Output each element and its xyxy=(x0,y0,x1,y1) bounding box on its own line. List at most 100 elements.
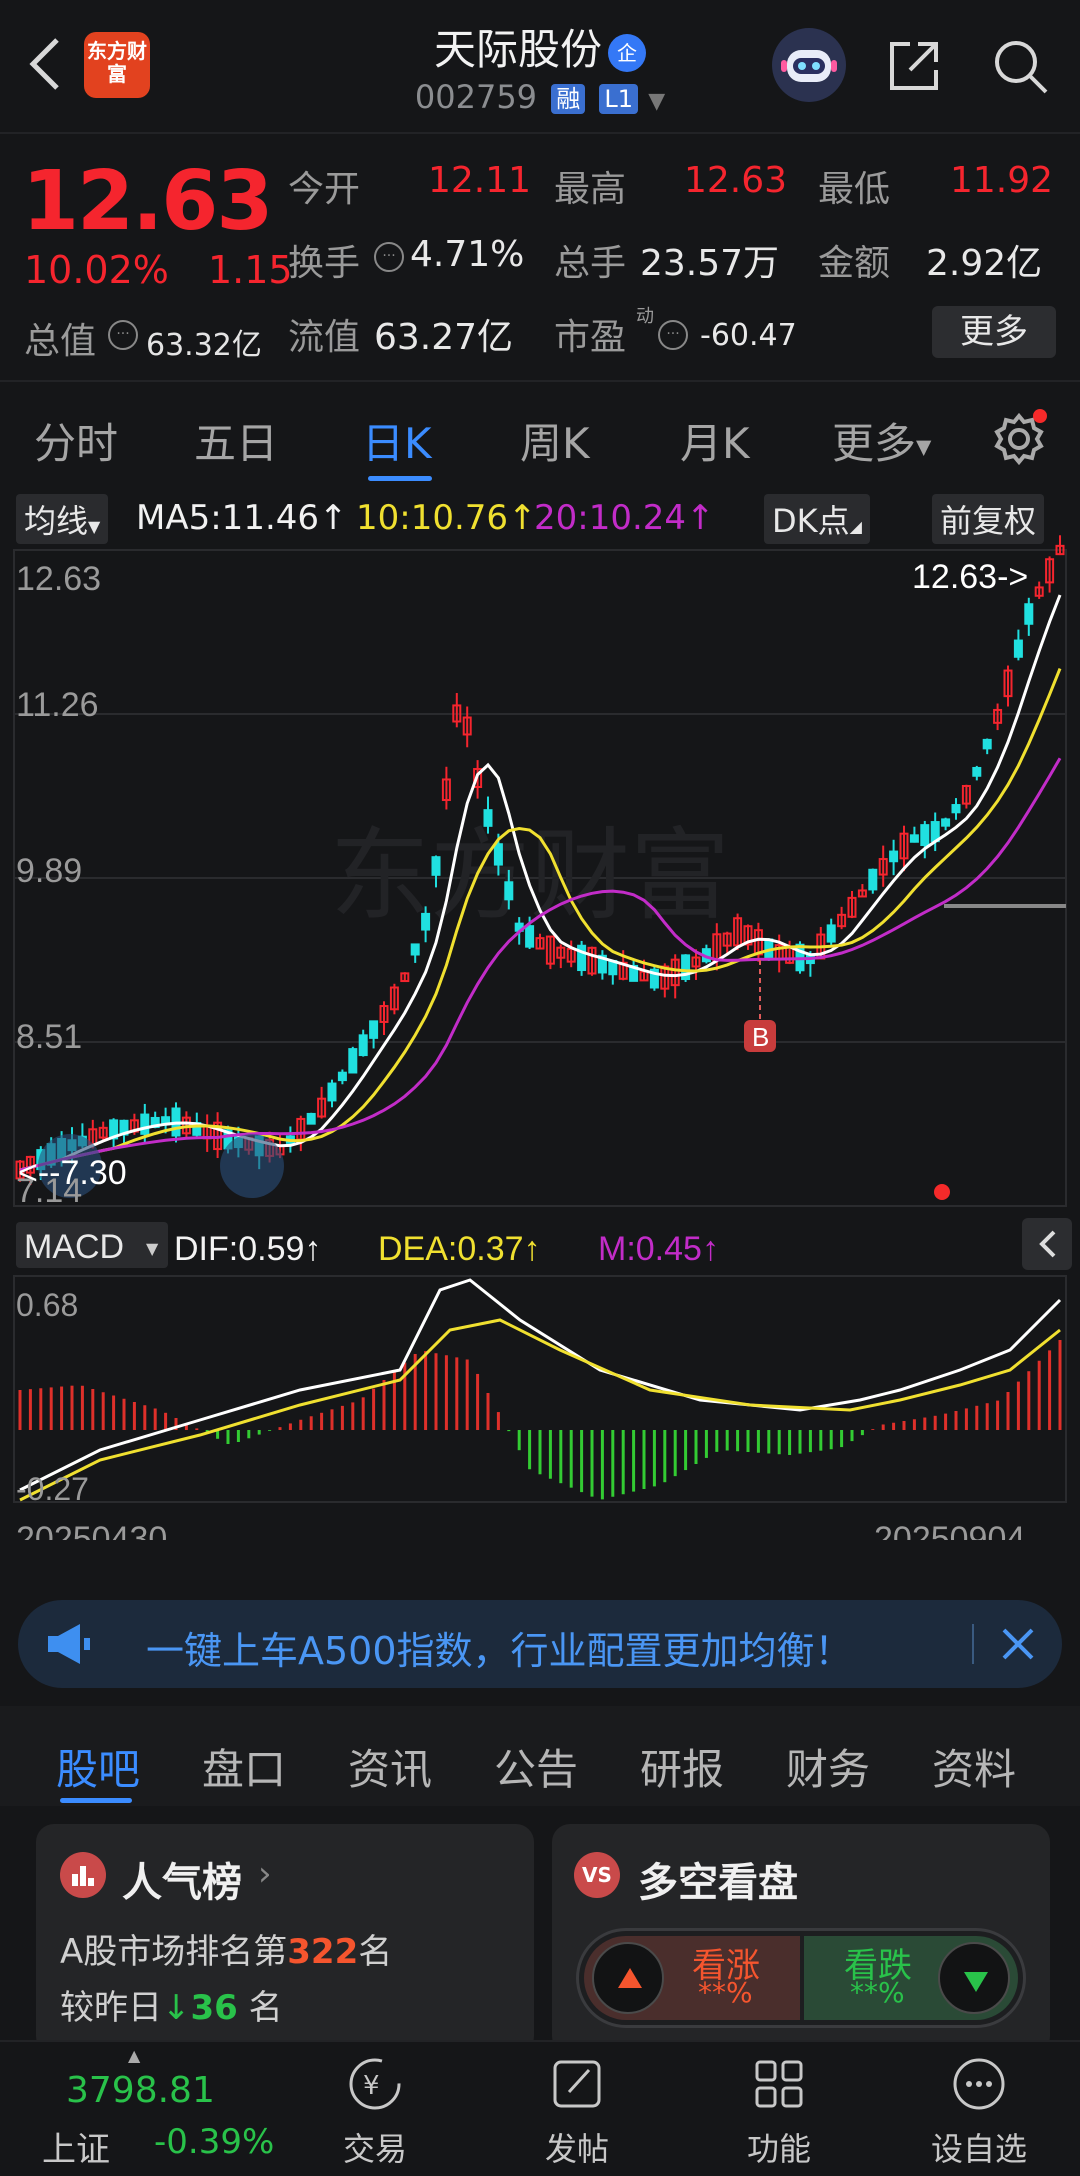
last-price-tag: 12.63-> xyxy=(912,558,1028,596)
turnover-label: 换手 xyxy=(288,243,361,284)
low-value: 11.92 xyxy=(950,160,1054,201)
open-label: 今开 xyxy=(288,169,361,210)
dif-value: DIF:0.59↑ xyxy=(174,1230,321,1268)
float-cap-label: 流值 xyxy=(288,317,361,358)
candle-body xyxy=(369,1020,379,1039)
popularity-title: 人气榜 xyxy=(122,1860,242,1906)
close-icon[interactable] xyxy=(998,1624,1038,1664)
tab-more[interactable]: 更多▼ xyxy=(832,410,931,471)
volume-value: 23.57万 xyxy=(640,243,780,284)
top-bar: 东方财富 天际股份企 002759 融 L1 ▼ xyxy=(0,0,1080,130)
more-button[interactable]: 更多 xyxy=(932,306,1056,358)
candle-body xyxy=(504,881,514,901)
info-icon[interactable]: ··· xyxy=(374,242,404,272)
candle-body xyxy=(431,856,441,876)
candle-body xyxy=(951,804,961,814)
chart-period-tabs: 分时 五日 日K 周K 月K 更多▼ xyxy=(0,392,1080,481)
active-tab-indicator xyxy=(368,476,432,481)
vs-icon: VS xyxy=(574,1852,620,1898)
info-tabs: 股吧 盘口 资讯 公告 研报 财务 资料 xyxy=(0,1706,1080,1806)
nav-trade[interactable]: ¥ 交易 xyxy=(310,2052,440,2170)
tab-orderbook[interactable]: 盘口 xyxy=(202,1736,286,1797)
candle-body xyxy=(889,850,899,863)
share-icon[interactable] xyxy=(882,34,946,98)
active-tab-indicator xyxy=(60,1798,132,1803)
tab-daily-k[interactable]: 日K xyxy=(362,410,432,471)
macd-bottom-label: -0.27 xyxy=(16,1471,89,1507)
robot-assistant-icon[interactable] xyxy=(772,28,846,102)
tab-more-label: 更多 xyxy=(832,419,917,468)
y-label: 11.26 xyxy=(16,686,99,724)
nav-add-watchlist[interactable]: 设自选 xyxy=(914,2052,1044,2170)
bear-button-icon[interactable] xyxy=(938,1942,1010,2014)
tab-news[interactable]: 资讯 xyxy=(348,1736,432,1797)
popularity-card[interactable]: 人气榜 › A股市场排名第322名 较昨日↓36 名 xyxy=(36,1824,534,2054)
grid-icon xyxy=(755,2060,803,2108)
stock-code: 002759 xyxy=(414,78,538,116)
tab-forum[interactable]: 股吧 xyxy=(56,1736,140,1797)
candle-body xyxy=(493,843,503,866)
candle-body xyxy=(1013,639,1023,658)
candle-body xyxy=(306,1112,316,1125)
divider xyxy=(972,1624,974,1664)
m-value: M:0.45↑ xyxy=(598,1230,719,1268)
info-icon[interactable]: ··· xyxy=(658,320,688,350)
nav-post-label: 发帖 xyxy=(544,2130,609,2168)
rank-compare: 较昨日↓36 名 xyxy=(60,1980,283,2029)
pe-value: -60.47 xyxy=(700,318,797,353)
kline-chart-area[interactable]: 均线▼ MA5:11.46↑ 10:10.76↑ 20:10.24↑ DK点◢ … xyxy=(0,490,1080,1540)
trend-circle xyxy=(220,1134,284,1198)
change-amount: 1.15 xyxy=(208,248,293,292)
date-start: 20250430 xyxy=(16,1520,167,1540)
tab-monthly-k[interactable]: 月K xyxy=(680,410,750,471)
market-cap-label: 总值 xyxy=(24,321,97,362)
chevron-down-icon: ▼ xyxy=(648,89,666,114)
index-widget[interactable]: ▲ 3798.81 上证 -0.39% xyxy=(20,2046,300,2170)
y-label: 12.63 xyxy=(16,560,101,598)
bear-percent: **% xyxy=(850,1976,905,2009)
info-icon[interactable]: ··· xyxy=(108,320,138,350)
tab-profile[interactable]: 资料 xyxy=(932,1736,1016,1797)
caret-up-icon: ▲ xyxy=(128,2046,141,2065)
sentiment-card[interactable]: VS 多空看盘 看涨 **% 看跌 **% xyxy=(552,1824,1050,2054)
y-label: 8.51 xyxy=(16,1018,82,1056)
more-circle-icon xyxy=(953,2058,1005,2110)
nav-post[interactable]: 发帖 xyxy=(512,2052,642,2170)
settings-icon[interactable] xyxy=(988,406,1050,468)
tab-intraday[interactable]: 分时 xyxy=(34,410,118,471)
amount-value: 2.92亿 xyxy=(926,243,1043,284)
kline-chart[interactable]: 东方财富 12.63 11.26 9.89 8.51 12.63-> B 7.1… xyxy=(0,490,1080,1540)
caret-down-icon: ▼ xyxy=(146,1239,159,1258)
megaphone-icon xyxy=(44,1622,94,1670)
change-percent: 10.02% xyxy=(24,248,169,292)
nav-functions[interactable]: 功能 xyxy=(714,2052,844,2170)
candle-body xyxy=(941,818,951,827)
tab-financials[interactable]: 财务 xyxy=(786,1736,870,1797)
low-label: 最低 xyxy=(818,169,891,210)
promo-banner[interactable]: 一键上车A500指数，行业配置更加均衡！ xyxy=(18,1600,1062,1688)
tab-weekly-k[interactable]: 周K xyxy=(520,410,590,471)
compare-prefix: 较昨日 xyxy=(60,1988,162,2028)
banner-text[interactable]: 一键上车A500指数，行业配置更加均衡！ xyxy=(146,1620,853,1675)
date-end: 20250904 xyxy=(874,1520,1025,1540)
candle-body xyxy=(337,1071,347,1082)
tab-announcements[interactable]: 公告 xyxy=(494,1736,578,1797)
search-icon[interactable] xyxy=(988,34,1052,98)
edit-icon xyxy=(553,2060,601,2108)
macd-selector-label: MACD xyxy=(24,1228,124,1266)
low-price-tag: <--7.30 xyxy=(18,1154,127,1192)
compare-value: 36 xyxy=(190,1988,238,2028)
candle-body xyxy=(826,924,836,943)
tab-five-day[interactable]: 五日 xyxy=(194,410,278,471)
market-cap-value: 63.32亿 xyxy=(146,328,262,363)
macd-histogram xyxy=(18,1340,1062,1500)
candle-body xyxy=(868,868,878,891)
stock-name: 天际股份 xyxy=(433,25,602,74)
bottom-navigation: ▲ 3798.81 上证 -0.39% ¥ 交易 发帖 功能 设自选 xyxy=(0,2040,1080,2176)
candle-body xyxy=(920,824,930,847)
candle-body xyxy=(972,766,982,777)
candle-body xyxy=(327,1082,337,1102)
tab-research[interactable]: 研报 xyxy=(640,1736,724,1797)
bull-button-icon[interactable] xyxy=(592,1942,664,2014)
buy-marker-label: B xyxy=(752,1022,769,1052)
